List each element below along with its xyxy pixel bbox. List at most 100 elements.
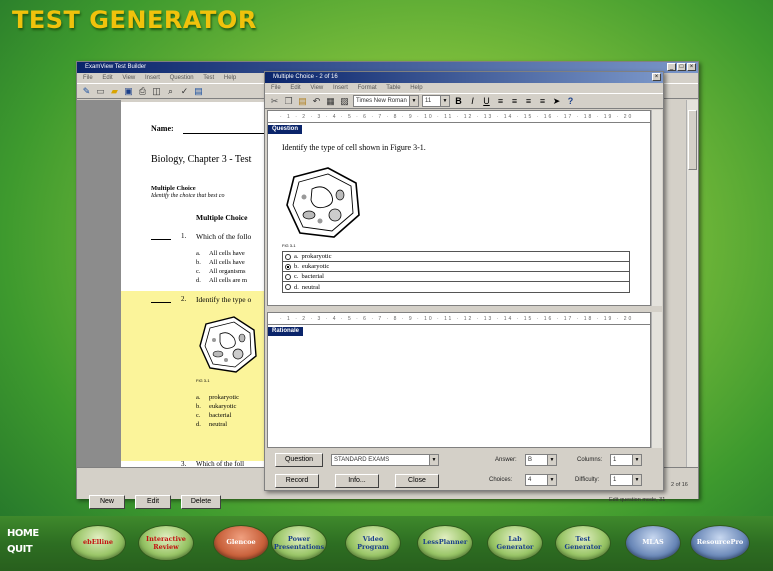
new-icon[interactable]: ▭	[95, 86, 106, 97]
nav-video-program-button[interactable]: Video Program	[345, 525, 401, 561]
home-button[interactable]: HOME	[7, 528, 39, 539]
menu-question[interactable]: Question	[170, 75, 194, 81]
answer-select[interactable]: B ▼	[525, 454, 557, 466]
close-button[interactable]: Close	[395, 474, 439, 488]
nav-ebook-button[interactable]: ebElline	[70, 525, 126, 561]
minimize-button[interactable]: _	[667, 63, 676, 71]
menu-test[interactable]: Test	[203, 75, 214, 81]
font-name-select[interactable]: Times New Roman ▼	[353, 95, 419, 107]
cut-icon[interactable]: ✂	[269, 96, 280, 107]
question-type-select[interactable]: STANDARD EXAMS ▼	[331, 454, 439, 466]
table-icon[interactable]: ▦	[325, 96, 336, 107]
pointer-icon[interactable]: ➤	[551, 96, 562, 107]
answer-b-radio[interactable]	[285, 263, 291, 270]
dialog-menu-help[interactable]: Help	[410, 85, 422, 91]
align-center-icon[interactable]: ≡	[509, 96, 520, 107]
nav-test-generator-button[interactable]: Test Generator	[555, 525, 611, 561]
editor-scroll-thumb[interactable]	[688, 110, 697, 170]
cell-figure-small	[199, 316, 257, 373]
nav-glencoe-button[interactable]: Glencoe	[213, 525, 269, 561]
cell-figure	[286, 167, 360, 238]
answer-c-radio[interactable]	[285, 273, 291, 280]
answer-value: B	[528, 457, 533, 463]
paste-icon[interactable]: ▤	[297, 96, 308, 107]
answer-d-radio[interactable]	[285, 284, 291, 290]
wand-icon[interactable]: ✎	[81, 86, 92, 97]
delete-button[interactable]: Delete	[181, 495, 221, 509]
nav-mlas-button[interactable]: MLAS	[625, 525, 681, 561]
dialog-menu-format[interactable]: Format	[358, 85, 377, 91]
editor-vertical-scrollbar[interactable]	[686, 100, 698, 467]
edit-button[interactable]: Edit	[135, 495, 171, 509]
underline-icon[interactable]: U	[481, 96, 492, 107]
answer-table: a. prokaryotic b. eukaryotic c. bacteria…	[282, 251, 630, 293]
q2-choice-d-letter: d.	[196, 421, 201, 428]
menu-help[interactable]: Help	[224, 75, 236, 81]
choices-select[interactable]: 4 ▼	[525, 474, 557, 486]
columns-select[interactable]: 1 ▼	[610, 454, 642, 466]
help-icon[interactable]: ?	[565, 96, 576, 107]
spell-icon[interactable]: ✓	[179, 86, 190, 97]
answer-row-d[interactable]: d. neutral	[283, 282, 629, 292]
image-icon[interactable]: ▨	[339, 96, 350, 107]
nav-ebook-label: ebElline	[83, 538, 113, 546]
q2-choice-c: bacterial	[209, 412, 232, 419]
question-pane[interactable]: · 1 · 2 · 3 · 4 · 5 · 6 · 7 · 8 · 9 · 10…	[267, 110, 651, 306]
dialog-close-button[interactable]: ×	[652, 73, 661, 81]
maximize-button[interactable]: □	[677, 63, 686, 71]
save-icon[interactable]: ▣	[123, 86, 134, 97]
align-left-icon[interactable]: ≡	[495, 96, 506, 107]
difficulty-select[interactable]: 1 ▼	[610, 474, 642, 486]
record-button[interactable]: Record	[275, 474, 319, 488]
nav-lab-generator-button[interactable]: Lab Generator	[487, 525, 543, 561]
justify-icon[interactable]: ≡	[537, 96, 548, 107]
italic-icon[interactable]: I	[467, 96, 478, 107]
menu-file[interactable]: File	[83, 75, 93, 81]
answer-row-a[interactable]: a. prokaryotic	[283, 252, 629, 262]
undo-icon[interactable]: ↶	[311, 96, 322, 107]
q2-blank	[151, 302, 171, 303]
question-type-button[interactable]: Question	[275, 453, 323, 467]
doc-heading: Biology, Chapter 3 - Test	[151, 154, 252, 165]
difficulty-label: Difficulty:	[575, 477, 600, 483]
answer-row-c[interactable]: c. bacterial	[283, 272, 629, 282]
test-builder-title: ExamView Test Builder	[85, 64, 147, 70]
dialog-menu-view[interactable]: View	[310, 85, 323, 91]
menu-view[interactable]: View	[122, 75, 135, 81]
info-button[interactable]: Info...	[335, 474, 379, 488]
quit-button[interactable]: QUIT	[7, 544, 33, 555]
dialog-menu-file[interactable]: File	[271, 85, 281, 91]
dialog-titlebar: Multiple Choice - 2 of 16 ×	[265, 72, 663, 83]
bold-icon[interactable]: B	[453, 96, 464, 107]
menu-insert[interactable]: Insert	[145, 75, 160, 81]
dialog-menu-table[interactable]: Table	[386, 85, 400, 91]
nav-lessplanner-button[interactable]: LessPlanner	[417, 525, 473, 561]
answer-a-radio[interactable]	[285, 253, 291, 260]
doc-left-margin	[77, 100, 121, 467]
search-icon[interactable]: ⌕	[165, 86, 176, 97]
app-title: TEST GENERATOR	[12, 6, 257, 34]
chart-icon[interactable]: ▤	[193, 86, 204, 97]
nav-power-presentations-button[interactable]: Power Presentations	[271, 525, 327, 561]
dialog-menu-edit[interactable]: Edit	[290, 85, 300, 91]
answer-row-b[interactable]: b. eukaryotic	[283, 262, 629, 272]
align-right-icon[interactable]: ≡	[523, 96, 534, 107]
q1-choice-d-letter: d.	[196, 277, 201, 284]
close-button[interactable]: ×	[687, 63, 696, 71]
answer-a-letter: a.	[294, 253, 299, 260]
nav-resourcepro-button[interactable]: ResourcePro	[690, 525, 750, 561]
question-scrollbar[interactable]	[651, 110, 662, 306]
menu-edit[interactable]: Edit	[102, 75, 112, 81]
print-icon[interactable]: ⎙	[137, 86, 148, 97]
preview-icon[interactable]: ◫	[151, 86, 162, 97]
rationale-scrollbar[interactable]	[651, 312, 662, 448]
new-button[interactable]: New	[89, 495, 125, 509]
font-size-select[interactable]: 11 ▼	[422, 95, 450, 107]
copy-icon[interactable]: ❐	[283, 96, 294, 107]
open-folder-icon[interactable]: ▰	[109, 86, 120, 97]
nav-interactive-review-button[interactable]: Interactive Review	[138, 525, 194, 561]
dialog-menubar: File Edit View Insert Format Table Help	[265, 83, 663, 93]
rationale-pane[interactable]: · 1 · 2 · 3 · 4 · 5 · 6 · 7 · 8 · 9 · 10…	[267, 312, 651, 448]
dialog-menu-insert[interactable]: Insert	[333, 85, 348, 91]
chevron-down-icon: ▼	[632, 455, 641, 465]
